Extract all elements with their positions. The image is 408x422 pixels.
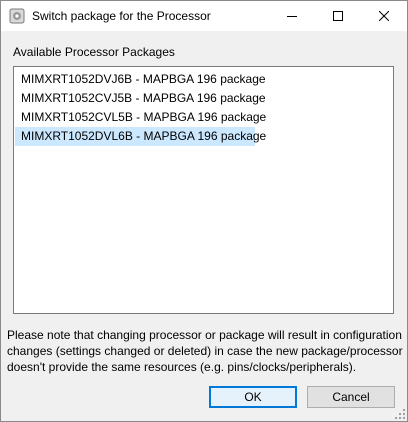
- package-list-item[interactable]: MIMXRT1052DVJ6B - MAPBGA 196 package: [15, 70, 266, 89]
- package-list-item[interactable]: MIMXRT1052CVJ5B - MAPBGA 196 package: [15, 89, 266, 108]
- packages-label: Available Processor Packages: [13, 45, 175, 59]
- switch-package-dialog: Switch package for the Processor Availab…: [0, 0, 408, 422]
- package-list[interactable]: MIMXRT1052DVJ6B - MAPBGA 196 package MIM…: [13, 66, 394, 314]
- window-title: Switch package for the Processor: [32, 9, 211, 23]
- maximize-icon: [333, 11, 343, 21]
- cancel-button[interactable]: Cancel: [307, 386, 395, 408]
- minimize-icon: [287, 16, 297, 17]
- minimize-button[interactable]: [269, 1, 315, 31]
- ok-button[interactable]: OK: [209, 386, 297, 408]
- dialog-gear-icon: [9, 8, 25, 24]
- resize-grip-icon[interactable]: [395, 409, 405, 419]
- maximize-button[interactable]: [315, 1, 361, 31]
- window-controls: [269, 1, 407, 31]
- close-button[interactable]: [361, 1, 407, 31]
- warning-note: Please note that changing processor or p…: [7, 328, 403, 374]
- title-bar[interactable]: Switch package for the Processor: [1, 1, 407, 31]
- close-icon: [379, 11, 389, 21]
- package-list-item-selected[interactable]: MIMXRT1052DVL6B - MAPBGA 196 package: [15, 127, 266, 146]
- package-list-item[interactable]: MIMXRT1052CVL5B - MAPBGA 196 package: [15, 108, 266, 127]
